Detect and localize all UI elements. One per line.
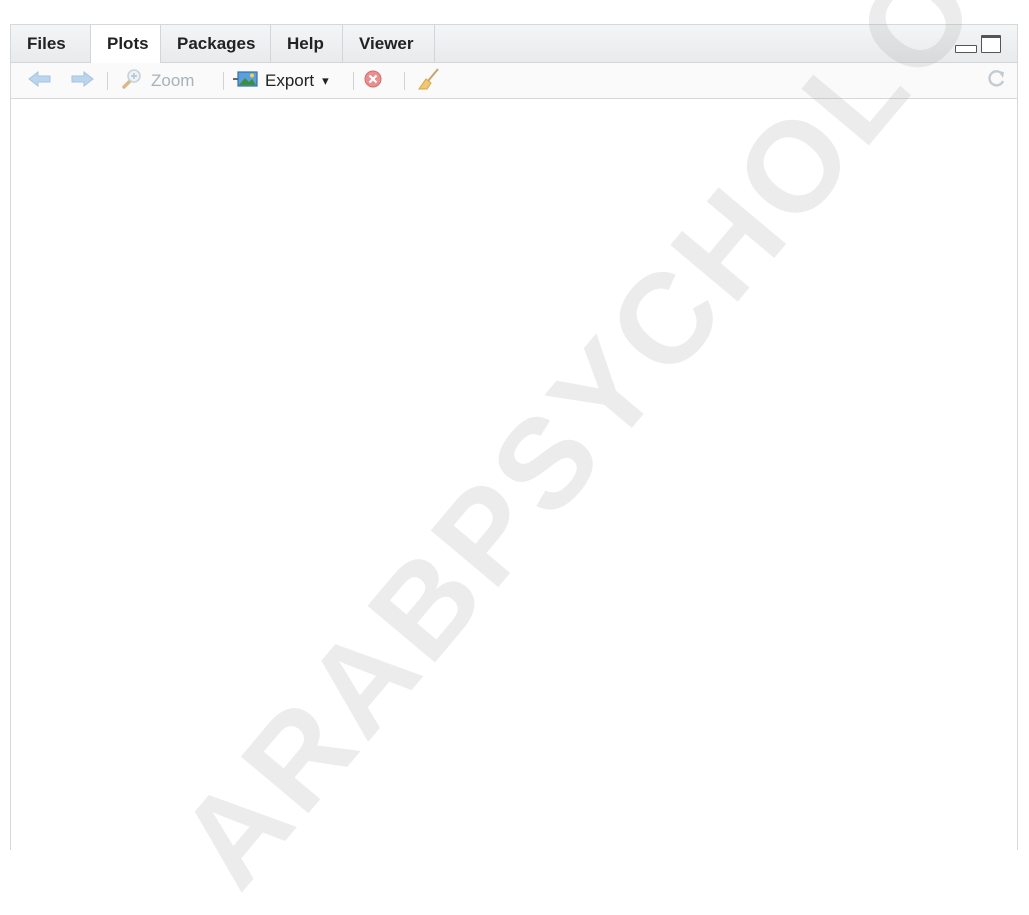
clear-all-plots-button[interactable] — [417, 63, 441, 99]
toolbar-separator — [223, 72, 224, 90]
maximize-pane-button[interactable] — [981, 35, 1001, 53]
plots-toolbar: Zoom Export ▾ — [11, 63, 1017, 99]
zoom-label: Zoom — [151, 71, 195, 90]
tab-files[interactable]: Files — [11, 25, 91, 63]
tab-help[interactable]: Help — [271, 25, 343, 63]
remove-plot-icon — [363, 69, 383, 94]
refresh-button[interactable] — [985, 63, 1007, 99]
chevron-down-icon: ▾ — [322, 73, 329, 88]
remove-plot-button[interactable] — [363, 63, 383, 99]
plots-pane: Files Plots Packages Help Viewer Zoom Ex… — [10, 24, 1018, 851]
tab-packages[interactable]: Packages — [161, 25, 271, 63]
plot-viewport — [11, 99, 1017, 851]
arrow-left-icon — [27, 70, 53, 93]
tab-viewer[interactable]: Viewer — [343, 25, 435, 63]
minimize-pane-button[interactable] — [955, 45, 977, 53]
export-menu-button[interactable]: Export ▾ — [233, 63, 329, 99]
tab-plots[interactable]: Plots — [91, 25, 161, 64]
refresh-icon — [985, 68, 1007, 95]
arrow-right-icon — [69, 70, 95, 93]
export-image-icon — [233, 69, 259, 94]
toolbar-separator — [404, 72, 405, 90]
zoom-button[interactable]: Zoom — [121, 63, 194, 99]
broom-icon — [417, 67, 441, 96]
toolbar-separator — [107, 72, 108, 90]
toolbar-separator — [353, 72, 354, 90]
export-label: Export — [265, 71, 315, 90]
back-button[interactable] — [27, 63, 53, 99]
forward-button[interactable] — [69, 63, 95, 99]
magnifier-plus-icon — [121, 68, 143, 95]
pane-tabbar: Files Plots Packages Help Viewer — [11, 25, 1017, 64]
